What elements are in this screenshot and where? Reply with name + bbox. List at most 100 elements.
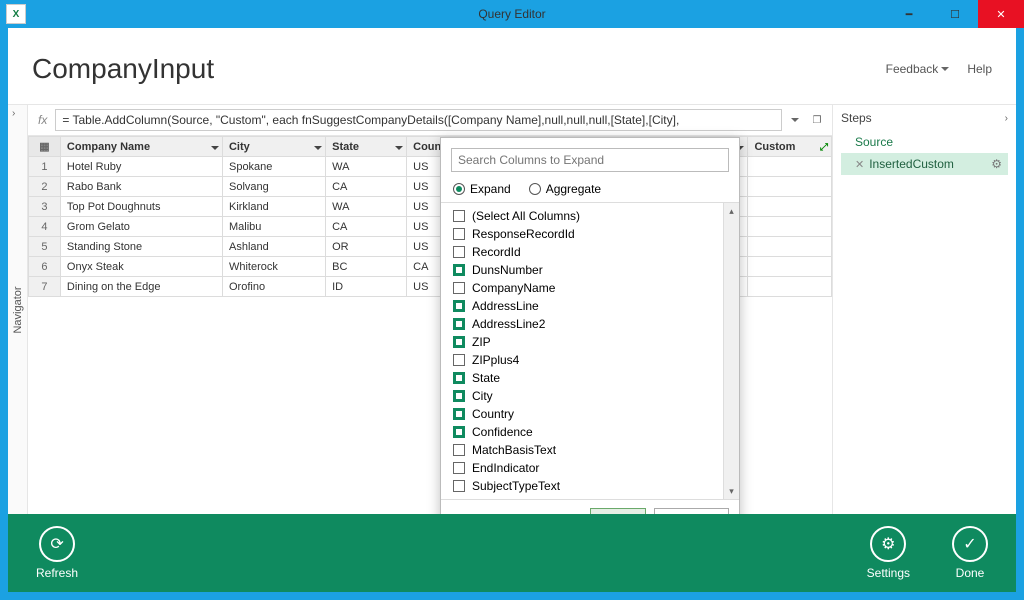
done-button[interactable]: ✓ Done — [952, 526, 988, 580]
cell[interactable]: OR — [326, 237, 407, 257]
expand-option[interactable]: AddressLine2 — [441, 315, 723, 333]
cell[interactable]: Grom Gelato — [60, 217, 222, 237]
cell[interactable]: 6 — [29, 257, 61, 277]
checkbox[interactable] — [453, 336, 465, 348]
delete-step-icon[interactable]: ✕ — [855, 158, 864, 171]
cell[interactable] — [748, 257, 832, 277]
expand-search-input[interactable] — [451, 148, 729, 172]
cell[interactable]: Rabo Bank — [60, 177, 222, 197]
expand-option[interactable]: SubjectTypeText — [441, 477, 723, 495]
column-filter-icon[interactable] — [314, 141, 322, 153]
checkbox[interactable] — [453, 390, 465, 402]
cell[interactable]: BC — [326, 257, 407, 277]
cell[interactable]: Onyx Steak — [60, 257, 222, 277]
checkbox[interactable] — [453, 408, 465, 420]
checkbox[interactable] — [453, 354, 465, 366]
expand-radio[interactable]: Expand — [453, 182, 511, 196]
expand-option[interactable]: DunsNumber — [441, 261, 723, 279]
expand-option[interactable]: ZIPplus4 — [441, 351, 723, 369]
step-item[interactable]: Source — [841, 131, 1008, 153]
cell[interactable]: 2 — [29, 177, 61, 197]
cell[interactable]: Hotel Ruby — [60, 157, 222, 177]
cell[interactable]: WA — [326, 157, 407, 177]
cell[interactable] — [748, 237, 832, 257]
expand-option[interactable]: AddressLine — [441, 297, 723, 315]
checkbox[interactable] — [453, 264, 465, 276]
formula-dropdown-button[interactable] — [786, 111, 804, 129]
row-header-corner[interactable]: ▦ — [29, 137, 61, 157]
expand-option[interactable]: CompanyName — [441, 279, 723, 297]
feedback-link[interactable]: Feedback — [886, 62, 950, 76]
formula-input[interactable] — [55, 109, 782, 131]
cell[interactable]: Ashland — [222, 237, 325, 257]
minimize-button[interactable]: ━ — [886, 0, 932, 28]
close-button[interactable]: ✕ — [978, 0, 1024, 28]
formula-popout-button[interactable]: ❐ — [808, 111, 826, 129]
checkbox[interactable] — [453, 462, 465, 474]
aggregate-radio[interactable]: Aggregate — [529, 182, 601, 196]
expand-option[interactable]: MatchBasisText — [441, 441, 723, 459]
column-filter-icon[interactable] — [395, 141, 403, 153]
expand-option[interactable]: EndIndicator — [441, 459, 723, 477]
cell[interactable]: Whiterock — [222, 257, 325, 277]
column-header[interactable]: Company Name — [60, 137, 222, 157]
ok-button[interactable]: OK — [590, 508, 645, 514]
cell[interactable]: Spokane — [222, 157, 325, 177]
checkbox[interactable] — [453, 246, 465, 258]
checkbox[interactable] — [453, 444, 465, 456]
cell[interactable]: Solvang — [222, 177, 325, 197]
cell[interactable]: Malibu — [222, 217, 325, 237]
cell[interactable] — [748, 217, 832, 237]
cell[interactable]: CA — [326, 217, 407, 237]
expand-option[interactable]: State — [441, 369, 723, 387]
cell[interactable] — [748, 277, 832, 297]
cell[interactable]: Standing Stone — [60, 237, 222, 257]
cell[interactable]: Dining on the Edge — [60, 277, 222, 297]
help-link[interactable]: Help — [967, 62, 992, 76]
navigator-collapsed[interactable]: › Navigator — [8, 105, 28, 514]
expand-option[interactable]: RecordId — [441, 243, 723, 261]
cell[interactable]: WA — [326, 197, 407, 217]
cancel-button[interactable]: Cancel — [654, 508, 729, 514]
column-header[interactable]: State — [326, 137, 407, 157]
settings-button[interactable]: ⚙ Settings — [867, 526, 910, 580]
scroll-up-icon[interactable]: ▴ — [724, 203, 739, 219]
checkbox[interactable] — [453, 228, 465, 240]
popup-scrollbar[interactable]: ▴ ▾ — [723, 203, 739, 499]
column-filter-icon[interactable] — [211, 141, 219, 153]
checkbox[interactable] — [453, 426, 465, 438]
cell[interactable] — [748, 197, 832, 217]
expand-option[interactable]: Country — [441, 405, 723, 423]
cell[interactable]: 4 — [29, 217, 61, 237]
scroll-down-icon[interactable]: ▾ — [724, 483, 739, 499]
expand-option[interactable]: ZIP — [441, 333, 723, 351]
checkbox[interactable] — [453, 210, 465, 222]
expand-option[interactable]: City — [441, 387, 723, 405]
expand-option[interactable]: Confidence — [441, 423, 723, 441]
cell[interactable]: 7 — [29, 277, 61, 297]
cell[interactable]: 5 — [29, 237, 61, 257]
checkbox[interactable] — [453, 300, 465, 312]
checkbox[interactable] — [453, 480, 465, 492]
cell[interactable]: Kirkland — [222, 197, 325, 217]
expand-column-icon[interactable]: ⤢ — [820, 141, 828, 153]
chevron-right-icon[interactable]: › — [1005, 113, 1008, 124]
cell[interactable]: CA — [326, 177, 407, 197]
cell[interactable]: ID — [326, 277, 407, 297]
cell[interactable] — [748, 157, 832, 177]
refresh-button[interactable]: ⟳ Refresh — [36, 526, 78, 580]
expand-option[interactable]: ResponseRecordId — [441, 225, 723, 243]
checkbox[interactable] — [453, 372, 465, 384]
cell[interactable]: 1 — [29, 157, 61, 177]
cell[interactable]: 3 — [29, 197, 61, 217]
cell[interactable]: Orofino — [222, 277, 325, 297]
checkbox[interactable] — [453, 282, 465, 294]
maximize-button[interactable]: ☐ — [932, 0, 978, 28]
gear-icon[interactable]: ⚙ — [991, 157, 1002, 171]
column-header[interactable]: Custom⤢ — [748, 137, 832, 157]
column-header[interactable]: City — [222, 137, 325, 157]
step-item[interactable]: ✕InsertedCustom⚙ — [841, 153, 1008, 175]
expand-option[interactable]: (Select All Columns) — [441, 207, 723, 225]
cell[interactable] — [748, 177, 832, 197]
cell[interactable]: Top Pot Doughnuts — [60, 197, 222, 217]
